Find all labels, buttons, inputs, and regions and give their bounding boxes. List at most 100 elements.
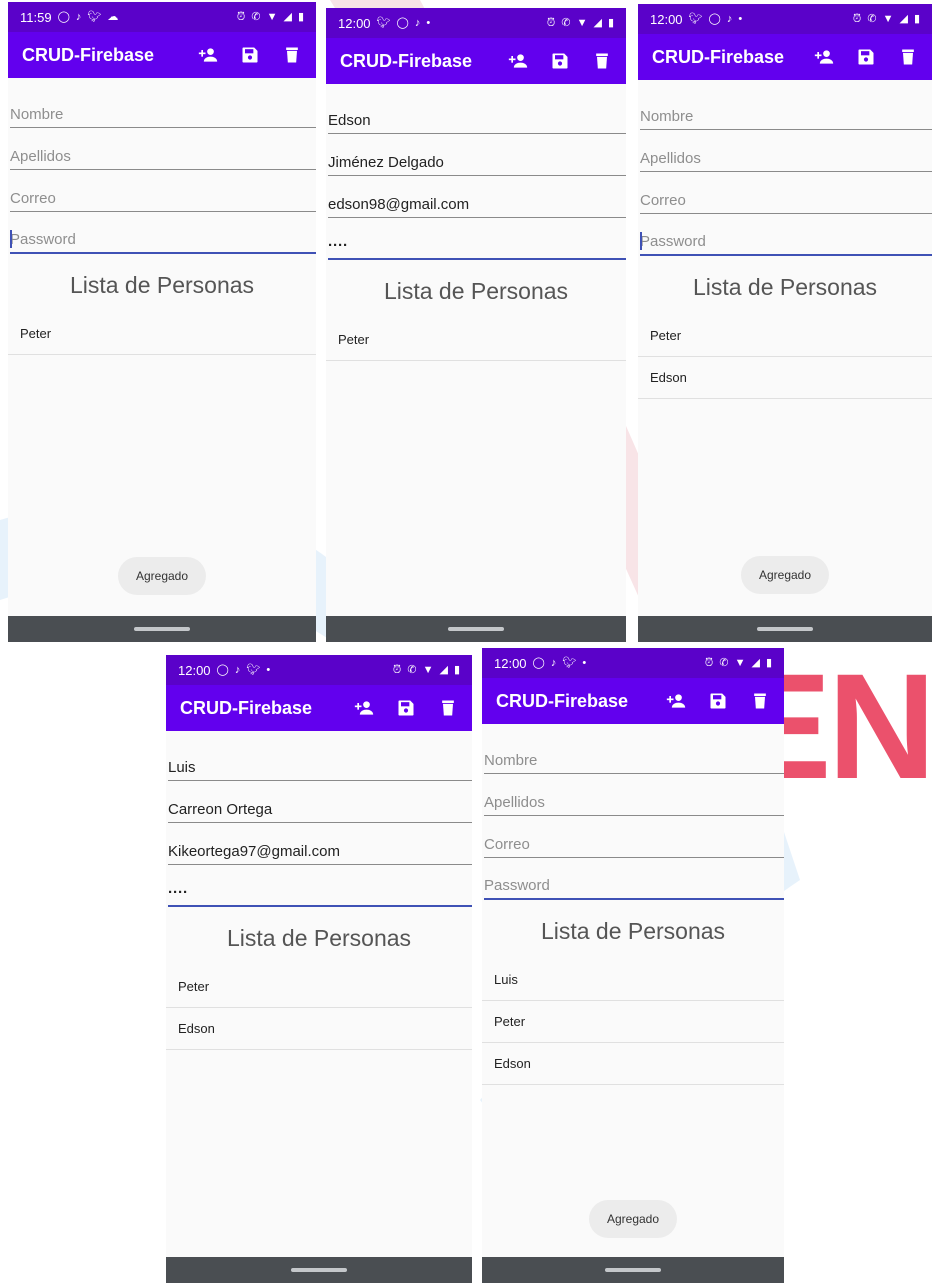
delete-button[interactable]	[750, 691, 770, 711]
add-person-button[interactable]	[666, 691, 686, 711]
home-gesture-pill[interactable]	[605, 1268, 661, 1272]
correo-input[interactable]	[484, 836, 784, 853]
add-person-button[interactable]	[508, 51, 528, 71]
wifi-icon: ▼	[422, 663, 434, 676]
nombre-field-container	[328, 92, 626, 134]
status-time: 12:00	[178, 662, 211, 678]
signal-icon: ◢	[593, 16, 602, 29]
save-icon	[242, 47, 258, 63]
phone-screen-5: 12:00 ◯ ♪ 🐦︎ • ⏰︎ ✆ ▼ ◢ ▮ CRUD-Firebase …	[482, 648, 784, 1283]
password-input[interactable]	[640, 233, 932, 250]
home-gesture-pill[interactable]	[134, 627, 190, 631]
delete-icon	[754, 693, 766, 709]
password-input[interactable]	[328, 237, 626, 254]
password-field-container	[168, 865, 472, 907]
nombre-input[interactable]	[328, 112, 626, 129]
toast-message: Agregado	[740, 556, 830, 594]
signal-icon: ◢	[283, 10, 292, 23]
dot-icon: •	[266, 663, 271, 676]
navigation-bar	[8, 616, 316, 642]
delete-button[interactable]	[438, 698, 458, 718]
nombre-input[interactable]	[640, 108, 932, 125]
correo-input[interactable]	[328, 196, 626, 213]
save-button[interactable]	[550, 51, 570, 71]
home-gesture-pill[interactable]	[448, 627, 504, 631]
navigation-bar	[638, 616, 932, 642]
nombre-input[interactable]	[484, 752, 784, 769]
person-form	[638, 80, 932, 256]
nombre-input[interactable]	[168, 759, 472, 776]
twitter-icon: 🐦︎	[688, 12, 703, 25]
correo-input[interactable]	[640, 192, 932, 209]
status-time: 12:00	[494, 655, 527, 671]
wifi-icon: ▼	[734, 656, 746, 669]
apellidos-input[interactable]	[168, 801, 472, 818]
apellidos-field-container	[168, 781, 472, 823]
persons-list: Peter Edson	[638, 315, 932, 399]
password-input[interactable]	[484, 877, 784, 894]
tiktok-icon: ♪	[726, 12, 733, 25]
add-person-button[interactable]	[354, 698, 374, 718]
list-item[interactable]: Peter	[8, 313, 316, 355]
apellidos-field-container	[484, 774, 784, 816]
list-item[interactable]: Peter	[166, 966, 472, 1008]
list-item[interactable]: Peter	[482, 1001, 784, 1043]
save-icon	[398, 700, 414, 716]
save-button[interactable]	[856, 47, 876, 67]
apellidos-input[interactable]	[328, 154, 626, 171]
status-bar: 12:00 🐦︎ ◯ ♪ • ⏰︎ ✆ ▼ ◢ ▮	[326, 8, 626, 38]
password-input[interactable]	[168, 884, 472, 901]
password-input[interactable]	[10, 231, 316, 248]
twitter-icon: 🐦︎	[562, 656, 577, 669]
list-item[interactable]: Luis	[482, 959, 784, 1001]
apellidos-input[interactable]	[10, 148, 316, 165]
battery-icon: ▮	[765, 656, 772, 669]
add-person-button[interactable]	[814, 47, 834, 67]
add-person-icon	[508, 54, 528, 68]
list-item[interactable]: Edson	[482, 1043, 784, 1085]
save-button[interactable]	[708, 691, 728, 711]
delete-button[interactable]	[898, 47, 918, 67]
delete-icon	[596, 53, 608, 69]
list-item[interactable]: Edson	[166, 1008, 472, 1050]
delete-button[interactable]	[282, 45, 302, 65]
apellidos-input[interactable]	[640, 150, 932, 167]
list-item[interactable]: Peter	[326, 319, 626, 361]
correo-input[interactable]	[168, 843, 472, 860]
delete-button[interactable]	[592, 51, 612, 71]
list-item[interactable]: Peter	[638, 315, 932, 357]
whatsapp-icon: ◯	[708, 12, 721, 25]
correo-field-container	[484, 816, 784, 858]
whatsapp-icon: ◯	[396, 16, 409, 29]
app-title: CRUD-Firebase	[340, 50, 473, 71]
dot-icon: •	[582, 656, 587, 669]
apellidos-field-container	[10, 128, 316, 170]
status-time: 12:00	[338, 15, 371, 31]
save-icon	[552, 53, 568, 69]
correo-input[interactable]	[10, 190, 316, 207]
status-time: 12:00	[650, 11, 683, 27]
delete-icon	[442, 700, 454, 716]
phone-screen-3: 12:00 🐦︎ ◯ ♪ • ⏰︎ ✆ ▼ ◢ ▮ CRUD-Firebase …	[638, 4, 932, 642]
save-icon	[858, 49, 874, 65]
list-item[interactable]: Edson	[638, 357, 932, 399]
home-gesture-pill[interactable]	[757, 627, 813, 631]
save-button[interactable]	[240, 45, 260, 65]
person-form	[482, 724, 784, 900]
app-bar: CRUD-Firebase	[166, 685, 472, 731]
correo-field-container	[168, 823, 472, 865]
whatsapp-icon: ◯	[216, 663, 229, 676]
save-button[interactable]	[396, 698, 416, 718]
call-icon: ✆	[719, 656, 729, 669]
alarm-icon: ⏰︎	[704, 656, 714, 669]
wifi-icon: ▼	[882, 12, 894, 25]
apellidos-input[interactable]	[484, 794, 784, 811]
password-field-container	[640, 214, 932, 256]
home-gesture-pill[interactable]	[291, 1268, 347, 1272]
nombre-input[interactable]	[10, 106, 316, 123]
add-person-button[interactable]	[198, 45, 218, 65]
list-title: Lista de Personas	[692, 274, 878, 300]
person-form	[8, 78, 316, 254]
tiktok-icon: ♪	[234, 663, 241, 676]
correo-field-container	[328, 176, 626, 218]
